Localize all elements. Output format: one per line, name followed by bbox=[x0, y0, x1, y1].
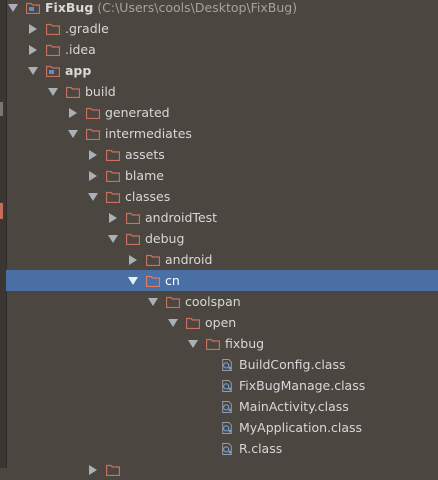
tree-item-label: androidTest bbox=[145, 210, 218, 225]
tree-row-debug[interactable]: debug bbox=[6, 228, 438, 249]
chevron-down-icon[interactable] bbox=[66, 123, 80, 144]
tree-row-gradle[interactable]: .gradle bbox=[6, 18, 438, 39]
tree-item-label: android bbox=[165, 252, 213, 267]
class-file-icon bbox=[222, 400, 232, 413]
tree-row-android[interactable]: android bbox=[6, 249, 438, 270]
chevron-right-icon[interactable] bbox=[86, 144, 100, 165]
folder-icon bbox=[206, 338, 220, 350]
tree-row-project-root[interactable]: FixBug (C:\Users\cools\Desktop\FixBug) bbox=[6, 0, 438, 18]
tree-row-buildconfig[interactable]: BuildConfig.class bbox=[6, 354, 438, 375]
tree-item-label: build bbox=[85, 84, 116, 99]
tree-item-label: R.class bbox=[239, 441, 283, 456]
tree-item-label: coolspan bbox=[185, 294, 241, 309]
folder-icon bbox=[106, 464, 120, 476]
tree-row-fixbugmanage[interactable]: FixBugManage.class bbox=[6, 375, 438, 396]
chevron-right-icon[interactable] bbox=[66, 102, 80, 123]
folder-icon bbox=[106, 170, 120, 182]
chevron-right-icon[interactable] bbox=[86, 459, 100, 480]
folder-icon bbox=[86, 128, 100, 140]
chevron-right-icon[interactable] bbox=[26, 39, 40, 60]
tree-item-label: generated bbox=[105, 105, 170, 120]
tree-item-label: classes bbox=[125, 189, 171, 204]
tree-row-classes[interactable]: classes bbox=[6, 186, 438, 207]
tree-item-label: BuildConfig.class bbox=[239, 357, 346, 372]
tree-item-label: FixBugManage.class bbox=[239, 378, 366, 393]
tree-row-blame[interactable]: blame bbox=[6, 165, 438, 186]
module-folder-icon bbox=[46, 65, 60, 77]
chevron-down-icon[interactable] bbox=[146, 291, 160, 312]
tree-row-open[interactable]: open bbox=[6, 312, 438, 333]
class-file-icon bbox=[222, 379, 232, 392]
project-name: FixBug bbox=[45, 0, 94, 15]
tree-row-myapplication[interactable]: MyApplication.class bbox=[6, 417, 438, 438]
tree-row-assets[interactable]: assets bbox=[6, 144, 438, 165]
project-folder-icon bbox=[26, 2, 40, 14]
gutter-marker-error bbox=[0, 203, 3, 219]
chevron-right-icon[interactable] bbox=[106, 207, 120, 228]
folder-icon bbox=[126, 212, 140, 224]
tree-row-rclass[interactable]: R.class bbox=[6, 438, 438, 459]
chevron-down-icon[interactable] bbox=[86, 186, 100, 207]
tree-item-label: .gradle bbox=[65, 21, 109, 36]
project-path: (C:\Users\cools\Desktop\FixBug) bbox=[97, 0, 298, 15]
folder-icon bbox=[106, 149, 120, 161]
chevron-down-icon[interactable] bbox=[186, 333, 200, 354]
tree-row-partial[interactable] bbox=[6, 459, 438, 480]
folder-icon bbox=[126, 233, 140, 245]
tree-item-label: assets bbox=[125, 147, 165, 162]
folder-icon bbox=[46, 44, 60, 56]
chevron-down-icon[interactable] bbox=[26, 60, 40, 81]
tree-row-idea[interactable]: .idea bbox=[6, 39, 438, 60]
gutter-marker bbox=[0, 102, 3, 116]
tree-item-label: fixbug bbox=[225, 336, 265, 351]
chevron-down-icon[interactable] bbox=[6, 0, 20, 18]
tree-row-intermediates[interactable]: intermediates bbox=[6, 123, 438, 144]
folder-icon bbox=[166, 296, 180, 308]
folder-icon bbox=[106, 191, 120, 203]
folder-icon bbox=[86, 107, 100, 119]
chevron-right-icon[interactable] bbox=[126, 249, 140, 270]
tree-item-label: MainActivity.class bbox=[239, 399, 349, 414]
tree-item-label: blame bbox=[125, 168, 164, 183]
tree-row-mainactivity[interactable]: MainActivity.class bbox=[6, 396, 438, 417]
tree-row-generated[interactable]: generated bbox=[6, 102, 438, 123]
folder-icon bbox=[186, 317, 200, 329]
class-file-icon bbox=[222, 358, 232, 371]
folder-icon bbox=[46, 23, 60, 35]
folder-icon bbox=[146, 254, 160, 266]
chevron-down-icon[interactable] bbox=[126, 270, 140, 291]
tree-row-fixbug[interactable]: fixbug bbox=[6, 333, 438, 354]
folder-icon bbox=[146, 275, 160, 287]
chevron-down-icon[interactable] bbox=[106, 228, 120, 249]
class-file-icon bbox=[222, 442, 232, 455]
tree-row-androidtest[interactable]: androidTest bbox=[6, 207, 438, 228]
tree-item-label: debug bbox=[145, 231, 185, 246]
chevron-down-icon[interactable] bbox=[166, 312, 180, 333]
tree-item-label: MyApplication.class bbox=[239, 420, 363, 435]
tree-item-label: .idea bbox=[65, 42, 96, 57]
chevron-right-icon[interactable] bbox=[86, 165, 100, 186]
chevron-right-icon[interactable] bbox=[26, 18, 40, 39]
tree-item-label: open bbox=[205, 315, 237, 330]
tree-row-app[interactable]: app bbox=[6, 60, 438, 81]
tree-item-label: app bbox=[65, 63, 92, 78]
project-tree: FixBug (C:\Users\cools\Desktop\FixBug) .… bbox=[6, 0, 438, 476]
class-file-icon bbox=[222, 421, 232, 434]
tree-item-label: intermediates bbox=[105, 126, 192, 141]
tree-row-coolspan[interactable]: coolspan bbox=[6, 291, 438, 312]
tree-row-cn-selected[interactable]: cn bbox=[6, 270, 438, 291]
chevron-down-icon[interactable] bbox=[46, 81, 60, 102]
tree-item-label: cn bbox=[165, 273, 180, 288]
tree-row-build[interactable]: build bbox=[6, 81, 438, 102]
folder-icon bbox=[66, 86, 80, 98]
